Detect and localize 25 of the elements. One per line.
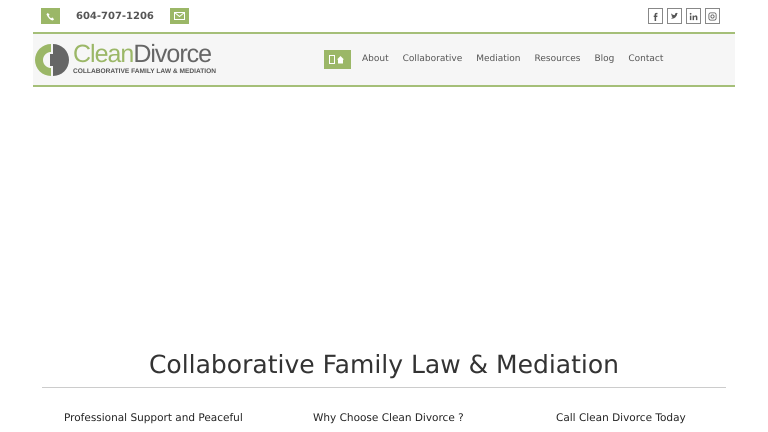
twitter-link[interactable] [667,8,682,24]
nav-link[interactable]: Collaborative [396,50,470,70]
logo-wordmark-second: Divorce [133,42,212,68]
nav-link[interactable]: Mediation [469,50,528,70]
page-heading: Collaborative Family Law & Mediation [148,350,620,380]
facebook-icon [651,12,660,20]
column-heading: Professional Support and Peaceful [64,411,244,426]
facebook-link[interactable] [648,8,663,24]
nav-link[interactable]: Resources [528,50,588,70]
device-home-icon [329,55,346,64]
linkedin-link[interactable] [686,8,701,24]
logo-wordmark-first: Clean [73,42,134,68]
nav-link[interactable]: Contact [621,50,670,70]
phone-number[interactable]: 604-707-1206 [76,8,154,24]
instagram-link[interactable] [705,8,720,24]
camera-icon [708,12,717,20]
logo-icon [33,42,69,78]
linkedin-icon [689,12,698,20]
column-heading: Call Clean Divorce Today [556,411,687,426]
column-heading: Why Choose Clean Divorce ? [313,411,465,426]
bird-icon [670,12,679,20]
nav-link[interactable]: About [354,50,396,70]
nav-link[interactable]: Blog [587,50,622,70]
envelope-icon [174,12,185,20]
phone-icon [46,12,55,20]
